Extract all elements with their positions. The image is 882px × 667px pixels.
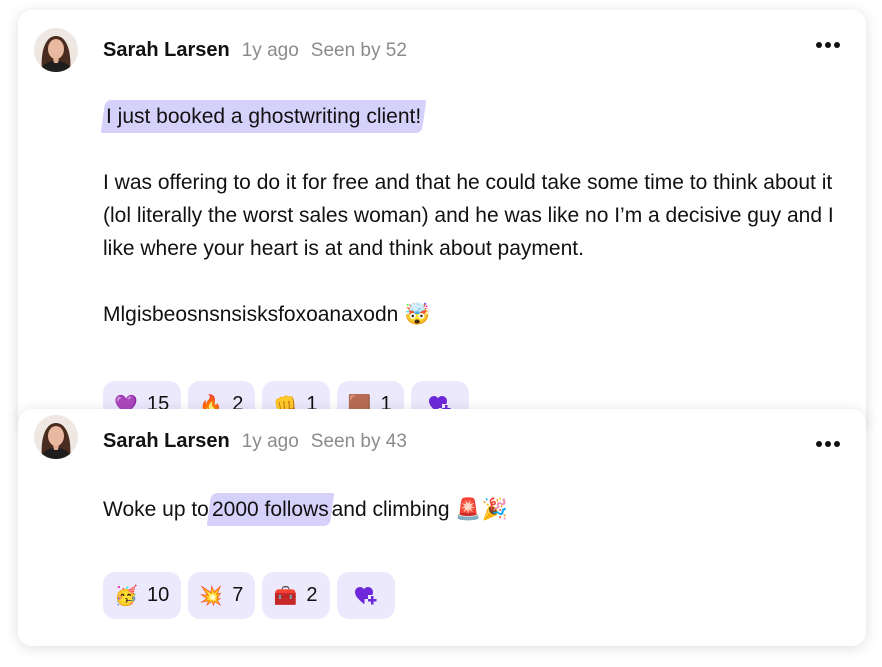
- avatar[interactable]: [34, 28, 78, 72]
- closing-text: Mlgisbeosnsnsisksfoxoanaxodn: [103, 303, 399, 326]
- reaction-count: 2: [306, 584, 318, 606]
- seen-count[interactable]: Seen by 52: [311, 40, 407, 62]
- seen-count[interactable]: Seen by 43: [311, 431, 407, 453]
- highlight-text: I just booked a ghostwriting client!: [106, 105, 422, 128]
- highlight-text: 2000 follows: [211, 498, 329, 521]
- reaction-collision[interactable]: 💥 7: [188, 572, 256, 619]
- post-closing-line: Mlgisbeosnsnsisksfoxoanaxodn 🤯: [103, 298, 853, 331]
- collision-icon: 💥: [199, 585, 224, 607]
- avatar[interactable]: [34, 415, 78, 459]
- post-time: 1y ago: [241, 40, 299, 61]
- reactions-bar: 🥳 10 💥 7 🧰 2: [103, 572, 395, 619]
- text-before: Woke up to: [103, 498, 209, 521]
- heart-plus-icon: [354, 586, 376, 604]
- reaction-party-face[interactable]: 🥳 10: [103, 572, 182, 619]
- post-header: Sarah Larsen 1y ago Seen by 43: [103, 430, 407, 453]
- reaction-count: 7: [232, 584, 244, 606]
- post-highlight-line: I just booked a ghostwriting client!: [100, 100, 853, 133]
- post-body: I just booked a ghostwriting client! I w…: [100, 100, 853, 331]
- toolbox-icon: 🧰: [273, 585, 298, 607]
- siren-party-icon: 🚨🎉: [455, 498, 508, 521]
- party-face-icon: 🥳: [114, 585, 138, 607]
- post-paragraph: I was offering to do it for free and tha…: [103, 171, 834, 260]
- reaction-toolbox[interactable]: 🧰 2: [262, 572, 330, 619]
- post-time: 1y ago: [241, 431, 299, 452]
- highlight: 2000 follows: [206, 493, 334, 526]
- post-text-line: Woke up to 2000 follows and climbing 🚨🎉: [103, 493, 853, 526]
- more-horizontal-icon[interactable]: [816, 441, 840, 447]
- author-name[interactable]: Sarah Larsen: [103, 39, 230, 62]
- post-header: Sarah Larsen 1y ago Seen by 52: [103, 39, 407, 62]
- author-name[interactable]: Sarah Larsen: [103, 430, 230, 453]
- text-after: and climbing: [331, 498, 450, 521]
- highlight: I just booked a ghostwriting client!: [100, 100, 427, 133]
- more-horizontal-icon[interactable]: [816, 42, 840, 48]
- post-card: Sarah Larsen 1y ago Seen by 52 I just bo…: [18, 10, 866, 430]
- exploding-head-icon: 🤯: [404, 303, 431, 326]
- reaction-count: 10: [147, 584, 170, 606]
- post-card: Sarah Larsen 1y ago Seen by 43 Woke up t…: [18, 409, 866, 646]
- post-body: Woke up to 2000 follows and climbing 🚨🎉: [103, 493, 853, 526]
- add-reaction-button[interactable]: [336, 572, 395, 619]
